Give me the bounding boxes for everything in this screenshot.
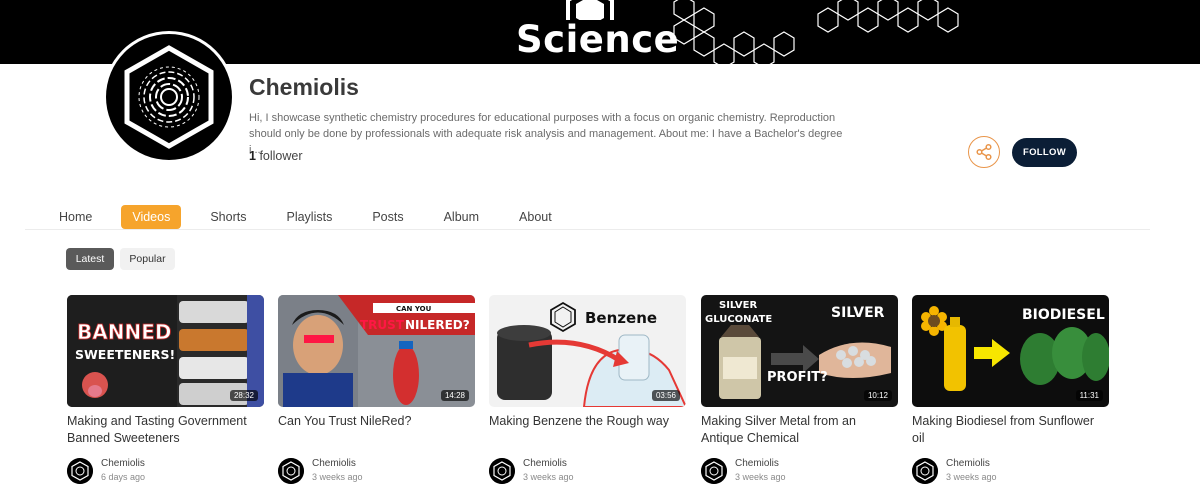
follower-label: follower <box>259 149 303 163</box>
author-avatar[interactable] <box>489 458 515 484</box>
share-icon <box>976 143 992 161</box>
video-author[interactable]: Chemiolis <box>523 458 574 470</box>
video-thumbnail[interactable]: BANNED SWEETENERS! 28:32 <box>67 295 264 407</box>
vortex-hexagon-icon <box>106 34 232 160</box>
thumb-text: BANNED <box>77 320 171 344</box>
author-avatar[interactable] <box>278 458 304 484</box>
video-duration: 14:28 <box>440 390 469 401</box>
filter-popular-button[interactable]: Popular <box>120 248 175 270</box>
filter-latest-button[interactable]: Latest <box>66 248 114 270</box>
video-title[interactable]: Making Silver Metal from an Antique Chem… <box>701 413 898 449</box>
video-duration: 03:56 <box>651 390 680 401</box>
video-title[interactable]: Making Benzene the Rough way <box>489 413 686 449</box>
banner-title: Science <box>516 18 680 61</box>
tabs-divider <box>25 229 1150 230</box>
video-duration: 10:12 <box>863 390 892 401</box>
molecule-pattern-icon <box>673 0 795 64</box>
video-title[interactable]: Can You Trust NileRed? <box>278 413 475 449</box>
video-author[interactable]: Chemiolis <box>312 458 363 470</box>
video-meta: Chemiolis 6 days ago <box>67 458 264 484</box>
channel-description[interactable]: Hi, I showcase synthetic chemistry proce… <box>249 110 849 158</box>
thumb-text: PROFIT? <box>767 370 828 385</box>
thumb-text: BIODIESEL <box>1022 307 1105 323</box>
tab-posts[interactable]: Posts <box>361 205 414 229</box>
video-duration: 28:32 <box>229 390 258 401</box>
video-author[interactable]: Chemiolis <box>735 458 786 470</box>
video-author[interactable]: Chemiolis <box>101 458 145 470</box>
video-title[interactable]: Making Biodiesel from Sunflower oil <box>912 413 1109 449</box>
author-avatar[interactable] <box>701 458 727 484</box>
video-thumbnail[interactable]: CAN YOU TRUST NILERED? 14:28 <box>278 295 475 407</box>
thumb-text: NILERED? <box>405 318 470 332</box>
video-card[interactable]: BIODIESEL 11:31 Making Biodiesel from Su… <box>912 295 1109 484</box>
tab-shorts[interactable]: Shorts <box>199 205 257 229</box>
channel-tabs: Home Videos Shorts Playlists Posts Album… <box>48 204 581 230</box>
video-thumbnail[interactable]: SILVER GLUCONATE SILVER PROFIT? 10:12 <box>701 295 898 407</box>
video-card[interactable]: CAN YOU TRUST NILERED? 14:28 Can You Tru… <box>278 295 475 484</box>
video-meta: Chemiolis 3 weeks ago <box>912 458 1109 484</box>
video-age: 3 weeks ago <box>735 472 786 482</box>
video-thumbnail[interactable]: Benzene 03:56 <box>489 295 686 407</box>
thumb-text: Benzene <box>585 309 657 327</box>
video-age: 3 weeks ago <box>312 472 363 482</box>
tab-home[interactable]: Home <box>48 205 103 229</box>
video-age: 3 weeks ago <box>946 472 997 482</box>
thumb-text: GLUCONATE <box>705 314 772 325</box>
channel-name: Chemiolis <box>249 74 359 100</box>
follower-number: 1 <box>249 149 256 163</box>
hexagon-logo-icon <box>566 0 614 20</box>
video-age: 3 weeks ago <box>523 472 574 482</box>
tab-album[interactable]: Album <box>433 205 490 229</box>
thumb-text: CAN YOU <box>396 305 432 313</box>
follower-count: 1 follower <box>249 149 303 163</box>
video-meta: Chemiolis 3 weeks ago <box>701 458 898 484</box>
thumb-text: TRUST <box>360 318 405 332</box>
thumb-text: SILVER <box>831 305 885 321</box>
video-card[interactable]: BANNED SWEETENERS! 28:32 Making and Tast… <box>67 295 264 484</box>
molecule-pattern-icon <box>817 0 959 33</box>
video-card[interactable]: Benzene 03:56 Making Benzene the Rough w… <box>489 295 686 484</box>
channel-avatar[interactable] <box>103 31 235 163</box>
author-avatar[interactable] <box>912 458 938 484</box>
thumb-text: SWEETENERS! <box>75 347 175 362</box>
video-thumbnail[interactable]: BIODIESEL 11:31 <box>912 295 1109 407</box>
video-age: 6 days ago <box>101 472 146 482</box>
tab-videos[interactable]: Videos <box>121 205 182 229</box>
share-button[interactable] <box>968 136 1000 168</box>
video-duration: 11:31 <box>1075 390 1103 401</box>
video-title[interactable]: Making and Tasting Government Banned Swe… <box>67 413 264 449</box>
video-card[interactable]: SILVER GLUCONATE SILVER PROFIT? 10:12 Ma… <box>701 295 898 484</box>
video-meta: Chemiolis 3 weeks ago <box>489 458 686 484</box>
video-meta: Chemiolis 3 weeks ago <box>278 458 475 484</box>
video-author[interactable]: Chemiolis <box>946 458 997 470</box>
follow-button[interactable]: FOLLOW <box>1012 138 1077 167</box>
thumb-text: SILVER <box>719 300 757 311</box>
tab-playlists[interactable]: Playlists <box>275 205 343 229</box>
tab-about[interactable]: About <box>508 205 563 229</box>
author-avatar[interactable] <box>67 458 93 484</box>
